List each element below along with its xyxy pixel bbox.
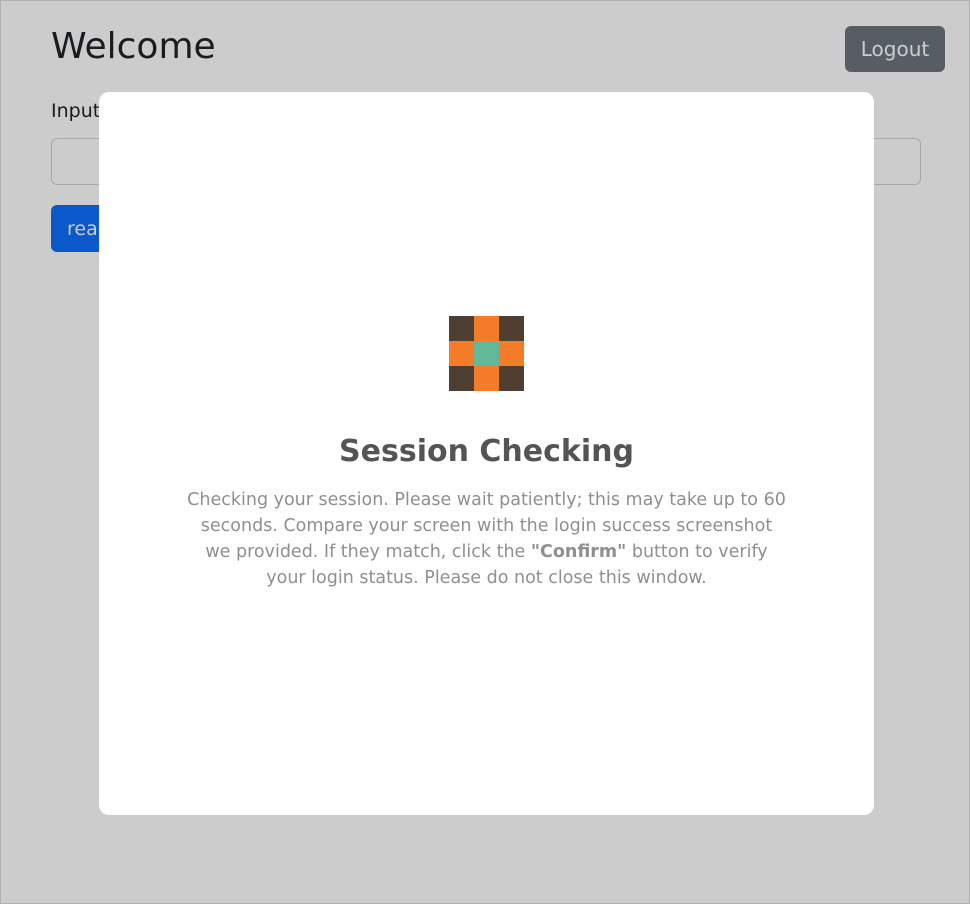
logo-cell	[474, 341, 499, 366]
page: Welcome Logout Input read Session Checki…	[0, 0, 970, 904]
logo-cell	[474, 316, 499, 341]
logo-cell	[499, 341, 524, 366]
modal-message: Checking your session. Please wait patie…	[186, 487, 787, 591]
modal-title: Session Checking	[339, 434, 634, 469]
logo-cell	[449, 316, 474, 341]
modal-backdrop: Session Checking Checking your session. …	[0, 0, 970, 904]
checkered-tile-icon	[449, 316, 524, 391]
logo-cell	[449, 341, 474, 366]
logo-cell	[499, 316, 524, 341]
logo-cell	[449, 366, 474, 391]
logo-cell	[474, 366, 499, 391]
confirm-keyword: "Confirm"	[530, 542, 627, 562]
logo-cell	[499, 366, 524, 391]
session-check-modal: Session Checking Checking your session. …	[99, 92, 874, 815]
